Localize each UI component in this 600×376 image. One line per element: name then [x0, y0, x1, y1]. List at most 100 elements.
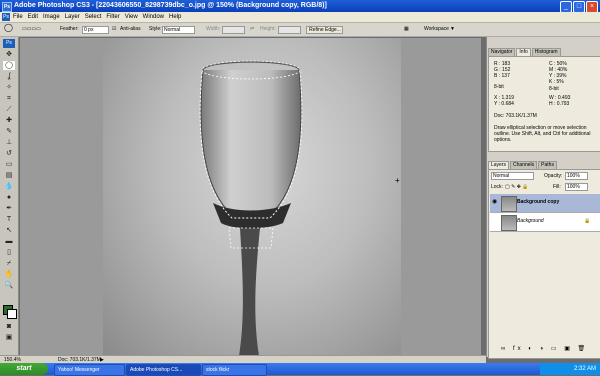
opacity-input[interactable]: 100%	[565, 172, 588, 180]
taskbar-item-yahoo[interactable]: Yahoo! Messenger	[54, 364, 125, 376]
tab-layers[interactable]: Layers	[488, 161, 510, 169]
clone-stamp-icon[interactable]: ⊥	[3, 138, 15, 147]
lock-icon: 🔒	[584, 218, 591, 224]
tab-channels[interactable]: Channels	[510, 161, 538, 169]
menu-bar: Ps File Edit Image Layer Select Filter V…	[0, 12, 600, 23]
opacity-label: Opacity:	[544, 173, 563, 179]
blur-icon[interactable]: 💧	[3, 182, 15, 191]
healing-brush-icon[interactable]: ✚	[3, 116, 15, 125]
tab-navigator[interactable]: Navigator	[488, 48, 516, 56]
lock-icons[interactable]: ▢ ✎ ✥ 🔒	[505, 184, 529, 190]
toolbox: Ps ✥ ◯ ʆ ✧ ⌗ ⟋ ✚ ✎ ⊥ ↺ ▭ ▤ 💧 ● ✒ T ↖ ▬ ▯…	[0, 37, 19, 357]
crop-icon[interactable]: ⌗	[3, 94, 15, 103]
width-label: Width:	[206, 26, 221, 32]
history-brush-icon[interactable]: ↺	[3, 149, 15, 158]
wine-glass-image	[199, 60, 303, 356]
zoom-icon[interactable]: 🔍	[3, 281, 15, 290]
taskbar-item-photoshop[interactable]: Adobe Photoshop CS...	[126, 364, 201, 376]
photoshop-logo-icon: Ps	[2, 13, 10, 21]
layer-row[interactable]: ◉ Background copy	[490, 194, 600, 213]
chevron-down-icon[interactable]: ▼	[450, 26, 455, 33]
layers-panel: Normal Opacity: 100% Lock: ▢ ✎ ✥ 🔒 Fill:…	[488, 169, 600, 359]
tab-paths[interactable]: Paths	[538, 161, 557, 169]
clock[interactable]: 2:32 AM	[574, 366, 596, 372]
document-canvas[interactable]: +	[20, 38, 481, 356]
info-doc: Doc: 703.1K/1.37M	[494, 113, 537, 119]
style-select[interactable]: Normal	[162, 26, 195, 34]
info-hint: Draw elliptical selection or move select…	[494, 125, 591, 143]
tab-info[interactable]: Info	[516, 48, 531, 56]
gradient-icon[interactable]: ▤	[3, 171, 15, 180]
layer-name[interactable]: Background copy	[517, 199, 559, 206]
type-icon[interactable]: T	[3, 215, 15, 224]
system-tray: 2:32 AM	[540, 363, 600, 375]
info-h: H : 0.793	[549, 101, 570, 107]
height-label: Height:	[260, 26, 276, 32]
fill-label: Fill:	[553, 184, 561, 190]
menu-view[interactable]: View	[125, 13, 138, 21]
menu-edit[interactable]: Edit	[28, 13, 38, 21]
notes-icon[interactable]: ▯	[3, 248, 15, 257]
info-bit-left: 8-bit	[494, 84, 504, 90]
layer-row[interactable]: Background 🔒	[490, 213, 600, 232]
menu-help[interactable]: Help	[169, 13, 181, 21]
feather-input[interactable]: 0 px	[82, 26, 109, 34]
background-color-swatch[interactable]	[7, 309, 17, 319]
tab-histogram[interactable]: Histogram	[531, 48, 561, 56]
width-input[interactable]	[222, 26, 245, 34]
eraser-icon[interactable]: ▭	[3, 160, 15, 169]
marquee-tool-preset-icon[interactable]: ◯	[4, 24, 13, 32]
options-bar: ◯ ▭▭▭▭ Feather: 0 px ☑ Anti-alias Style:…	[0, 23, 600, 37]
menu-layer[interactable]: Layer	[65, 13, 80, 21]
hand-icon[interactable]: ✋	[3, 270, 15, 279]
pen-icon[interactable]: ✒	[3, 204, 15, 213]
layer-name[interactable]: Background	[517, 218, 544, 225]
quick-mask-icon[interactable]: ◙	[3, 322, 15, 331]
eye-icon[interactable]: ◉	[492, 199, 498, 205]
elliptical-marquee-icon[interactable]: ◯	[3, 61, 15, 70]
title-bar: Ps Adobe Photoshop CS3 - [22043606550_82…	[0, 0, 600, 13]
image-area[interactable]	[103, 38, 401, 356]
refine-edge-button[interactable]: Refine Edge...	[306, 26, 343, 34]
info-y-coord: Y : 0.684	[494, 101, 514, 107]
taskbar: start Yahoo! Messenger Adobe Photoshop C…	[0, 363, 600, 376]
workspace-button[interactable]: Workspace	[424, 26, 449, 33]
layer-thumbnail	[501, 215, 517, 231]
slice-icon[interactable]: ⟋	[3, 105, 15, 114]
menu-select[interactable]: Select	[85, 13, 102, 21]
layer-actions-icons[interactable]: ∞ fx ◐ ◑ ▭ ▣ 🗑	[501, 346, 588, 352]
brushes-icon[interactable]: ▦	[404, 26, 409, 33]
panels-dock: Navigator Info Histogram R : 183 G : 152…	[486, 37, 600, 359]
eye-icon[interactable]	[492, 218, 498, 224]
menu-file[interactable]: File	[13, 13, 23, 21]
lasso-icon[interactable]: ʆ	[3, 72, 15, 81]
menu-window[interactable]: Window	[143, 13, 164, 21]
screen-mode-icon[interactable]: ▣	[3, 333, 15, 342]
blend-mode-select[interactable]: Normal	[491, 172, 534, 180]
info-k: K : 5%	[549, 79, 564, 85]
path-selection-icon[interactable]: ↖	[3, 226, 15, 235]
start-button[interactable]: start	[0, 363, 48, 375]
photoshop-app-icon: Ps	[2, 2, 12, 12]
crosshair-cursor-icon: +	[395, 176, 400, 185]
eyedropper-icon[interactable]: ⌿	[3, 259, 15, 268]
swap-icon[interactable]: ⇄	[250, 26, 254, 33]
antialias-checkbox[interactable]: ☑	[112, 26, 116, 33]
magic-wand-icon[interactable]: ✧	[3, 83, 15, 92]
menu-filter[interactable]: Filter	[106, 13, 119, 21]
dodge-icon[interactable]: ●	[3, 193, 15, 202]
brush-icon[interactable]: ✎	[3, 127, 15, 136]
antialias-label: Anti-alias	[120, 26, 141, 32]
ps-badge-icon: Ps	[3, 39, 15, 48]
height-input[interactable]	[278, 26, 301, 34]
shape-icon[interactable]: ▬	[3, 237, 15, 246]
layer-thumbnail	[501, 196, 517, 212]
taskbar-item-stock[interactable]: stock flickr	[202, 364, 267, 376]
fill-input[interactable]: 100%	[565, 183, 588, 191]
selection-mode-icons[interactable]: ▭▭▭▭	[22, 26, 41, 33]
info-bit-right: 8-bit	[549, 86, 559, 92]
lock-label: Lock:	[491, 184, 503, 190]
menu-image[interactable]: Image	[43, 13, 60, 21]
info-b: B : 137	[494, 73, 510, 79]
move-tool-icon[interactable]: ✥	[3, 50, 15, 59]
